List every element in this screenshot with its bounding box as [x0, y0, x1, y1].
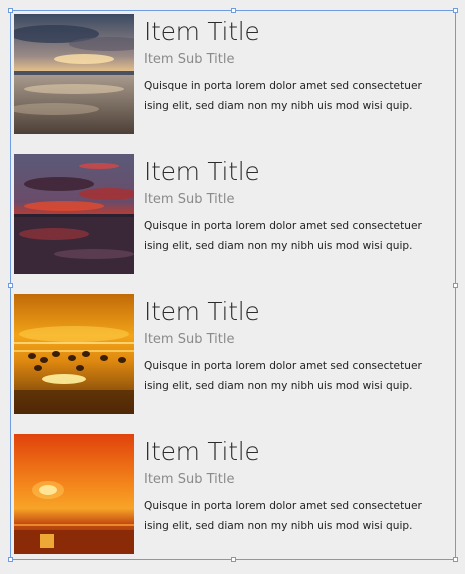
item-description: Quisque in porta lorem dolor amet sed co… [144, 220, 422, 252]
item-subtitle: Item Sub Title [144, 52, 235, 67]
resize-handle-bottom-right[interactable] [453, 557, 458, 562]
item-description: Quisque in porta lorem dolor amet sed co… [144, 500, 422, 532]
item-subtitle: Item Sub Title [144, 332, 235, 347]
list-item[interactable]: Item Title Item Sub Title Quisque in por… [14, 14, 444, 134]
item-subtitle: Item Sub Title [144, 192, 235, 207]
list-item[interactable]: Item Title Item Sub Title Quisque in por… [14, 294, 444, 414]
item-text: Item Title Item Sub Title Quisque in por… [144, 434, 444, 536]
item-subtitle: Item Sub Title [144, 472, 235, 487]
list-item[interactable]: Item Title Item Sub Title Quisque in por… [14, 434, 444, 554]
resize-handle-left[interactable] [8, 283, 13, 288]
item-text: Item Title Item Sub Title Quisque in por… [144, 154, 444, 256]
dusk-red-sky-shore-image [14, 154, 134, 274]
item-description: Quisque in porta lorem dolor amet sed co… [144, 360, 422, 392]
item-image [14, 434, 134, 554]
item-image [14, 294, 134, 414]
item-title: Item Title [144, 17, 260, 46]
resize-handle-right[interactable] [453, 283, 458, 288]
item-image [14, 14, 134, 134]
list-item[interactable]: Item Title Item Sub Title Quisque in por… [14, 154, 444, 274]
sunset-beach-clouds-image [14, 14, 134, 134]
item-text: Item Title Item Sub Title Quisque in por… [144, 294, 444, 396]
resize-handle-bottom-left[interactable] [8, 557, 13, 562]
item-text: Item Title Item Sub Title Quisque in por… [144, 14, 444, 116]
item-description: Quisque in porta lorem dolor amet sed co… [144, 80, 422, 112]
item-image [14, 154, 134, 274]
resize-handle-top-left[interactable] [8, 8, 13, 13]
resize-handle-top-right[interactable] [453, 8, 458, 13]
item-title: Item Title [144, 157, 260, 186]
item-title: Item Title [144, 297, 260, 326]
item-list: Item Title Item Sub Title Quisque in por… [14, 14, 444, 574]
resize-handle-top[interactable] [231, 8, 236, 13]
item-title: Item Title [144, 437, 260, 466]
orange-sun-horizon-image [14, 434, 134, 554]
golden-sunset-birds-image [14, 294, 134, 414]
